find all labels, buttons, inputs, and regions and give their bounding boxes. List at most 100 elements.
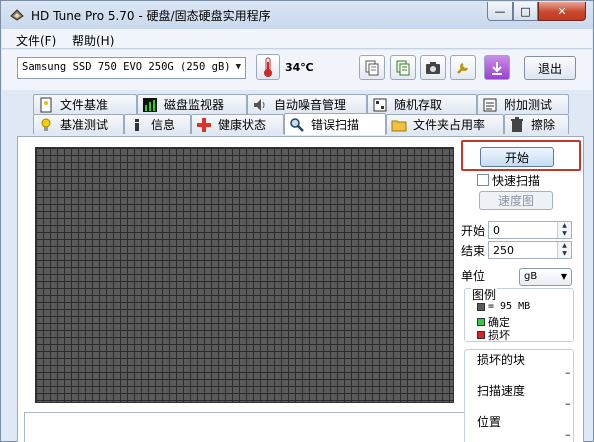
unit-select[interactable]: gB ▼ <box>519 268 572 286</box>
end-field-label: 结束 <box>461 244 486 258</box>
error-scan-icon <box>290 117 304 132</box>
tab-file-benchmark-label: 文件基准 <box>60 98 109 112</box>
position-value: – <box>565 428 571 441</box>
scan-block-map <box>35 147 454 403</box>
download-icon <box>492 61 502 75</box>
maximize-icon: □ <box>520 4 531 18</box>
tab-noise-management[interactable]: 自动噪音管理 <box>247 94 367 114</box>
scan-log <box>24 412 465 442</box>
scan-speed-label: 扫描速度 <box>477 384 526 398</box>
unit-label: 单位 <box>461 269 486 283</box>
disk-monitor-icon <box>143 97 157 112</box>
start-button[interactable]: 开始 <box>480 147 554 167</box>
tab-file-benchmark[interactable]: 文件基准 <box>33 94 137 114</box>
tab-health[interactable]: 健康状态 <box>191 114 284 134</box>
legend: 图例 = 95 MB 确定 损坏 <box>464 286 574 343</box>
temperature-button[interactable] <box>256 54 280 80</box>
bad-blocks-label: 损坏的块 <box>477 353 526 367</box>
close-icon: ✕ <box>557 4 567 18</box>
app-logo-icon <box>10 9 24 21</box>
copy-info-icon <box>365 60 379 75</box>
random-access-icon <box>373 98 387 111</box>
minimize-icon: — <box>494 4 506 18</box>
thermometer-icon <box>264 57 272 77</box>
chevron-down-icon: ▼ <box>235 62 241 72</box>
tab-benchmark-label: 基准测试 <box>60 118 109 132</box>
extra-tests-icon <box>483 98 497 111</box>
copy-info-button[interactable] <box>359 55 385 80</box>
health-icon <box>197 117 211 132</box>
tab-extra-tests[interactable]: 附加测试 <box>477 94 569 114</box>
close-button[interactable]: ✕ <box>538 2 586 21</box>
scan-speed-value: – <box>565 397 571 410</box>
menu-help[interactable]: 帮助(H) <box>72 32 114 49</box>
screenshot-icon <box>426 61 440 74</box>
tab-disk-monitor-label: 磁盘监视器 <box>164 98 225 112</box>
drive-select[interactable]: Samsung SSD 750 EVO 250G (250 gB) ▼ <box>17 57 246 79</box>
window-title: HD Tune Pro 5.70 - 硬盘/固态硬盘实用程序 <box>31 9 271 23</box>
tab-info-label: 信息 <box>151 118 176 132</box>
ok-swatch <box>477 318 485 326</box>
unit-select-value: gB <box>524 271 538 282</box>
noise-icon <box>254 98 265 111</box>
benchmark-icon <box>41 118 51 131</box>
scan-stats: 损坏的块 – 扫描速度 – 位置 – <box>464 349 574 442</box>
chevron-down-icon: ▼ <box>560 272 567 281</box>
spinner-arrows-icon[interactable]: ▲ ▼ <box>557 242 571 258</box>
options-icon <box>457 62 469 74</box>
tab-folder-usage[interactable]: 文件夹占用率 <box>386 114 504 134</box>
download-button[interactable] <box>484 55 510 80</box>
bad-swatch <box>477 331 485 339</box>
title-bar: HD Tune Pro 5.70 - 硬盘/固态硬盘实用程序 — □ ✕ <box>1 1 593 29</box>
maximize-button[interactable]: □ <box>513 2 538 21</box>
speed-map-button[interactable]: 速度图 <box>479 191 553 210</box>
position-label: 位置 <box>477 415 502 429</box>
toolbar: Samsung SSD 750 EVO 250G (250 gB) ▼ 34℃ <box>2 50 592 90</box>
start-spinner[interactable]: 0 ▲ ▼ <box>488 221 572 239</box>
legend-bad-text: 损坏 <box>488 329 510 342</box>
screenshot-button[interactable] <box>420 55 446 80</box>
start-field-label: 开始 <box>461 224 486 238</box>
tab-folder-usage-label: 文件夹占用率 <box>413 118 486 132</box>
tab-health-label: 健康状态 <box>218 118 267 132</box>
info-icon <box>135 118 139 131</box>
copy-text-button[interactable] <box>390 55 416 80</box>
tab-benchmark[interactable]: 基准测试 <box>33 114 124 134</box>
copy-text-icon <box>396 60 410 75</box>
exit-button[interactable]: 退出 <box>524 56 576 80</box>
tab-info[interactable]: 信息 <box>124 114 191 134</box>
tab-random-access-label: 随机存取 <box>394 98 443 112</box>
menu-bar: 文件(F) 帮助(H) <box>2 29 592 49</box>
app-window: HD Tune Pro 5.70 - 硬盘/固态硬盘实用程序 — □ ✕ 文件(… <box>0 0 594 442</box>
tab-extra-tests-label: 附加测试 <box>504 98 553 112</box>
legend-block-size: = 95 MB <box>477 301 530 312</box>
spinner-arrows-icon[interactable]: ▲ ▼ <box>557 222 571 238</box>
error-scan-panel: 开始 快速扫描 速度图 开始 0 ▲ ▼ 结束 250 ▲ ▼ 单位 gB ▼ 图例… <box>17 136 584 442</box>
end-spinner[interactable]: 250 ▲ ▼ <box>488 241 572 259</box>
tab-error-scan[interactable]: 错误扫描 <box>284 113 386 135</box>
quick-scan-checkbox[interactable] <box>477 174 489 186</box>
end-spinner-value: 250 <box>493 244 514 257</box>
temperature-value: 34℃ <box>285 61 314 74</box>
drive-select-value: Samsung SSD 750 EVO 250G (250 gB) <box>22 61 231 73</box>
tab-erase[interactable]: 擦除 <box>504 114 569 134</box>
erase-icon <box>511 116 523 132</box>
tab-disk-monitor[interactable]: 磁盘监视器 <box>137 94 247 114</box>
bad-blocks-value: – <box>565 366 571 379</box>
block-swatch <box>477 302 485 311</box>
tab-row-bottom: 基准测试 信息 健康状态 错误扫描 文件夹占用率 擦除 <box>2 113 592 135</box>
quick-scan-label: 快速扫描 <box>492 174 541 188</box>
minimize-button[interactable]: — <box>487 2 513 21</box>
tab-erase-label: 擦除 <box>531 118 556 132</box>
menu-file[interactable]: 文件(F) <box>16 32 56 49</box>
tab-noise-management-label: 自动噪音管理 <box>274 98 347 112</box>
legend-block-size-text: = 95 MB <box>488 301 531 312</box>
file-benchmark-icon <box>40 97 52 112</box>
legend-bad: 损坏 <box>477 327 510 343</box>
tab-random-access[interactable]: 随机存取 <box>367 94 477 114</box>
folder-usage-icon <box>391 120 407 131</box>
start-spinner-value: 0 <box>493 224 500 237</box>
tab-error-scan-label: 错误扫描 <box>311 118 360 132</box>
options-button[interactable] <box>450 55 476 80</box>
tab-row-top: 文件基准 磁盘监视器 自动噪音管理 随机存取 附加测试 <box>2 94 592 114</box>
